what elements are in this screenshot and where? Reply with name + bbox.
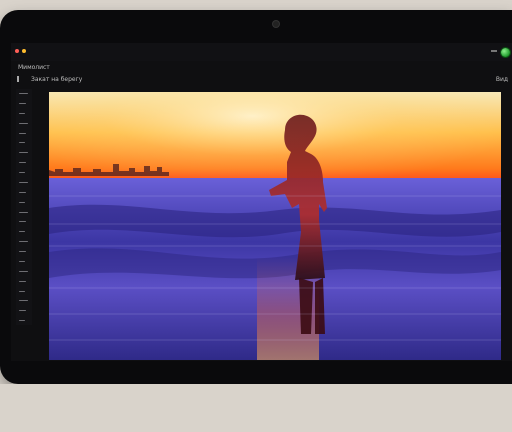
background-table — [0, 384, 512, 432]
tablet-device-frame: Мимолист Закат на берегу Вид — [0, 10, 512, 384]
app-window: Мимолист Закат на берегу Вид — [11, 43, 512, 361]
view-menu-button[interactable]: Вид — [496, 76, 508, 83]
sidebar-item[interactable] — [19, 310, 26, 312]
sidebar-item[interactable] — [19, 270, 28, 272]
sidebar-item[interactable] — [19, 162, 26, 163]
status-indicator-icon — [491, 50, 497, 52]
sidebar-item[interactable] — [19, 191, 26, 193]
sidebar-item[interactable] — [19, 280, 26, 282]
breadcrumb[interactable]: Закат на берегу — [31, 76, 82, 83]
sidebar-item[interactable] — [19, 102, 26, 104]
sidebar — [16, 89, 32, 325]
sidebar-item[interactable] — [19, 152, 28, 154]
image-canvas[interactable] — [49, 92, 501, 360]
sidebar-item[interactable] — [19, 181, 28, 183]
close-window-icon[interactable] — [15, 49, 19, 53]
sidebar-item[interactable] — [19, 320, 25, 321]
sidebar-item[interactable] — [19, 112, 25, 114]
sidebar-item[interactable] — [19, 241, 28, 242]
girl-legs — [299, 278, 313, 334]
toolbar: Закат на берегу Вид — [11, 73, 512, 87]
sidebar-item[interactable] — [19, 290, 25, 292]
sidebar-toggle-icon[interactable] — [17, 76, 19, 82]
sidebar-item[interactable] — [19, 172, 25, 173]
sidebar-item[interactable] — [19, 142, 25, 144]
sidebar-item[interactable] — [19, 93, 28, 94]
green-status-icon[interactable] — [501, 48, 510, 57]
sidebar-item[interactable] — [19, 132, 26, 134]
sidebar-item[interactable] — [19, 122, 28, 124]
sidebar-item-list[interactable] — [19, 93, 29, 321]
sidebar-item[interactable] — [19, 251, 26, 252]
minimize-window-icon[interactable] — [22, 49, 26, 53]
sidebar-item[interactable] — [19, 231, 25, 233]
sidebar-item[interactable] — [19, 300, 28, 302]
sunset-image — [49, 92, 501, 360]
sidebar-item[interactable] — [19, 201, 25, 203]
window-controls — [15, 49, 26, 53]
sidebar-item[interactable] — [19, 211, 28, 213]
window-titlebar — [11, 43, 512, 61]
front-camera — [273, 21, 279, 27]
app-title: Мимолист — [18, 64, 50, 71]
sidebar-item[interactable] — [19, 260, 25, 262]
sidebar-item[interactable] — [19, 221, 26, 223]
